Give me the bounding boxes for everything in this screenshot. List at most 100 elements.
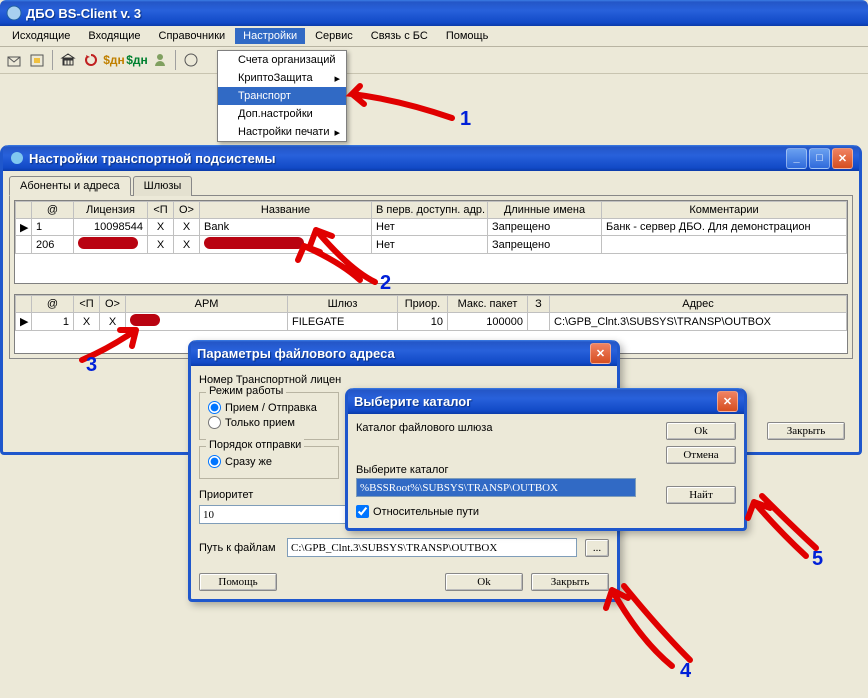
grid-header-address[interactable]: Адрес (550, 296, 847, 313)
cell: 1 (32, 219, 74, 236)
grid-header[interactable] (16, 296, 32, 313)
grid-header-comments[interactable]: Комментарии (602, 202, 847, 219)
cell: FILEGATE (288, 313, 398, 331)
cell: 10 (398, 313, 448, 331)
folder-label: Каталог файлового шлюза (356, 422, 656, 434)
grid-header-p[interactable]: <П (148, 202, 174, 219)
relative-paths-check[interactable]: Относительные пути (356, 505, 656, 518)
cell (200, 236, 372, 254)
toolbar: $дн $дн (0, 47, 868, 74)
cell: 1 (32, 313, 74, 331)
order-fieldset: Порядок отправки Сразу же (199, 446, 339, 479)
main-titlebar: ДБО BS-Client v. 3 (0, 0, 868, 26)
browse-button[interactable]: ... (585, 539, 609, 557)
toolbar-icon-user[interactable] (150, 50, 170, 70)
grid-header[interactable] (16, 202, 32, 219)
maximize-button[interactable]: □ (809, 148, 830, 169)
cell (74, 236, 148, 254)
app-icon (6, 5, 22, 21)
grid-header-firstaddr[interactable]: В перв. доступн. адр. (372, 202, 488, 219)
path-label: Путь к файлам (199, 542, 279, 554)
cell: Запрещено (488, 219, 602, 236)
row-marker-icon (16, 236, 32, 254)
ok-button[interactable]: Ok (666, 422, 736, 440)
folder-path-input[interactable] (356, 478, 636, 497)
transport-close-button[interactable]: Закрыть (767, 422, 845, 440)
order-option-immediately[interactable]: Сразу же (208, 455, 330, 468)
cell: Bank (200, 219, 372, 236)
toolbar-bank-icon[interactable] (58, 50, 78, 70)
dropdown-item-extra[interactable]: Доп.настройки (218, 105, 346, 123)
radio[interactable] (208, 416, 221, 429)
cell: X (100, 313, 126, 331)
table-row[interactable]: 206 X X Нет Запрещено (16, 236, 847, 254)
grid-header-name[interactable]: Название (200, 202, 372, 219)
cell (528, 313, 550, 331)
mode-legend: Режим работы (206, 385, 286, 397)
cancel-button[interactable]: Отмена (666, 446, 736, 464)
tab-subscribers[interactable]: Абоненты и адреса (9, 176, 131, 196)
toolbar-icon-currency[interactable]: $дн (104, 50, 124, 70)
table-row[interactable]: ▶ 1 X X FILEGATE 10 100000 C:\GPB_Clnt.3… (16, 313, 847, 331)
close-button[interactable]: ✕ (590, 343, 611, 364)
ok-button[interactable]: Ok (445, 573, 523, 591)
redacted-value (78, 237, 138, 249)
menu-help[interactable]: Помощь (438, 28, 497, 44)
checkbox[interactable] (356, 505, 369, 518)
submenu-arrow-icon: ▸ (334, 126, 340, 139)
grid-header-priority[interactable]: Приор. (398, 296, 448, 313)
grid-header-z[interactable]: З (528, 296, 550, 313)
mode-option-receive[interactable]: Только прием (208, 416, 330, 429)
tab-gateways[interactable]: Шлюзы (133, 176, 193, 196)
menu-settings[interactable]: Настройки (235, 28, 305, 44)
toolbar-icon-1[interactable] (4, 50, 24, 70)
mode-fieldset: Режим работы Прием / Отправка Только при… (199, 392, 339, 440)
grid-header-gateway[interactable]: Шлюз (288, 296, 398, 313)
toolbar-separator (175, 50, 176, 70)
redacted-value (130, 314, 160, 326)
params-titlebar: Параметры файлового адреса ✕ (191, 340, 617, 366)
menu-incoming[interactable]: Входящие (80, 28, 148, 44)
subscribers-grid[interactable]: @ Лицензия <П О> Название В перв. доступ… (14, 200, 848, 284)
choose-label: Выберите каталог (356, 464, 656, 476)
grid-header-o[interactable]: О> (174, 202, 200, 219)
dropdown-item-print[interactable]: Настройки печати ▸ (218, 123, 346, 141)
path-input[interactable] (287, 538, 577, 557)
dropdown-item-crypto[interactable]: КриптоЗащита▸ (218, 69, 346, 87)
table-row[interactable]: ▶ 1 10098544 X X Bank Нет Запрещено Банк… (16, 219, 847, 236)
dropdown-item-transport[interactable]: Транспорт (218, 87, 346, 105)
choose-folder-dialog: Выберите каталог ✕ Каталог файлового шлю… (345, 388, 747, 531)
toolbar-icon-extra[interactable] (181, 50, 201, 70)
radio[interactable] (208, 455, 221, 468)
cell: Запрещено (488, 236, 602, 254)
toolbar-icon-refresh[interactable] (81, 50, 101, 70)
annotation-number: 1 (460, 108, 471, 131)
close-button[interactable]: Закрыть (531, 573, 609, 591)
mode-option-both[interactable]: Прием / Отправка (208, 401, 330, 414)
grid-header-maxpacket[interactable]: Макс. пакет (448, 296, 528, 313)
menu-connection[interactable]: Связь с БС (363, 28, 436, 44)
grid-header-license[interactable]: Лицензия (74, 202, 148, 219)
radio[interactable] (208, 401, 221, 414)
cell: C:\GPB_Clnt.3\SUBSYS\TRANSP\OUTBOX (550, 313, 847, 331)
find-button[interactable]: Найт (666, 486, 736, 504)
toolbar-icon-currency2[interactable]: $дн (127, 50, 147, 70)
grid-header-p[interactable]: <П (74, 296, 100, 313)
grid-header-at[interactable]: @ (32, 202, 74, 219)
menu-directories[interactable]: Справочники (151, 28, 234, 44)
grid-header-o[interactable]: О> (100, 296, 126, 313)
help-button[interactable]: Помощь (199, 573, 277, 591)
grid-header-at[interactable]: @ (32, 296, 74, 313)
toolbar-icon-2[interactable] (27, 50, 47, 70)
minimize-button[interactable]: _ (786, 148, 807, 169)
dropdown-item-label: Настройки печати (238, 126, 330, 138)
close-button[interactable]: ✕ (717, 391, 738, 412)
grid-header-longnames[interactable]: Длинные имена (488, 202, 602, 219)
label: Прием / Отправка (225, 402, 317, 414)
menu-service[interactable]: Сервис (307, 28, 361, 44)
dropdown-item-accounts[interactable]: Счета организаций (218, 51, 346, 69)
menu-outgoing[interactable]: Исходящие (4, 28, 78, 44)
grid-header-arm[interactable]: АРМ (126, 296, 288, 313)
close-button[interactable]: ✕ (832, 148, 853, 169)
label: Только прием (225, 417, 295, 429)
